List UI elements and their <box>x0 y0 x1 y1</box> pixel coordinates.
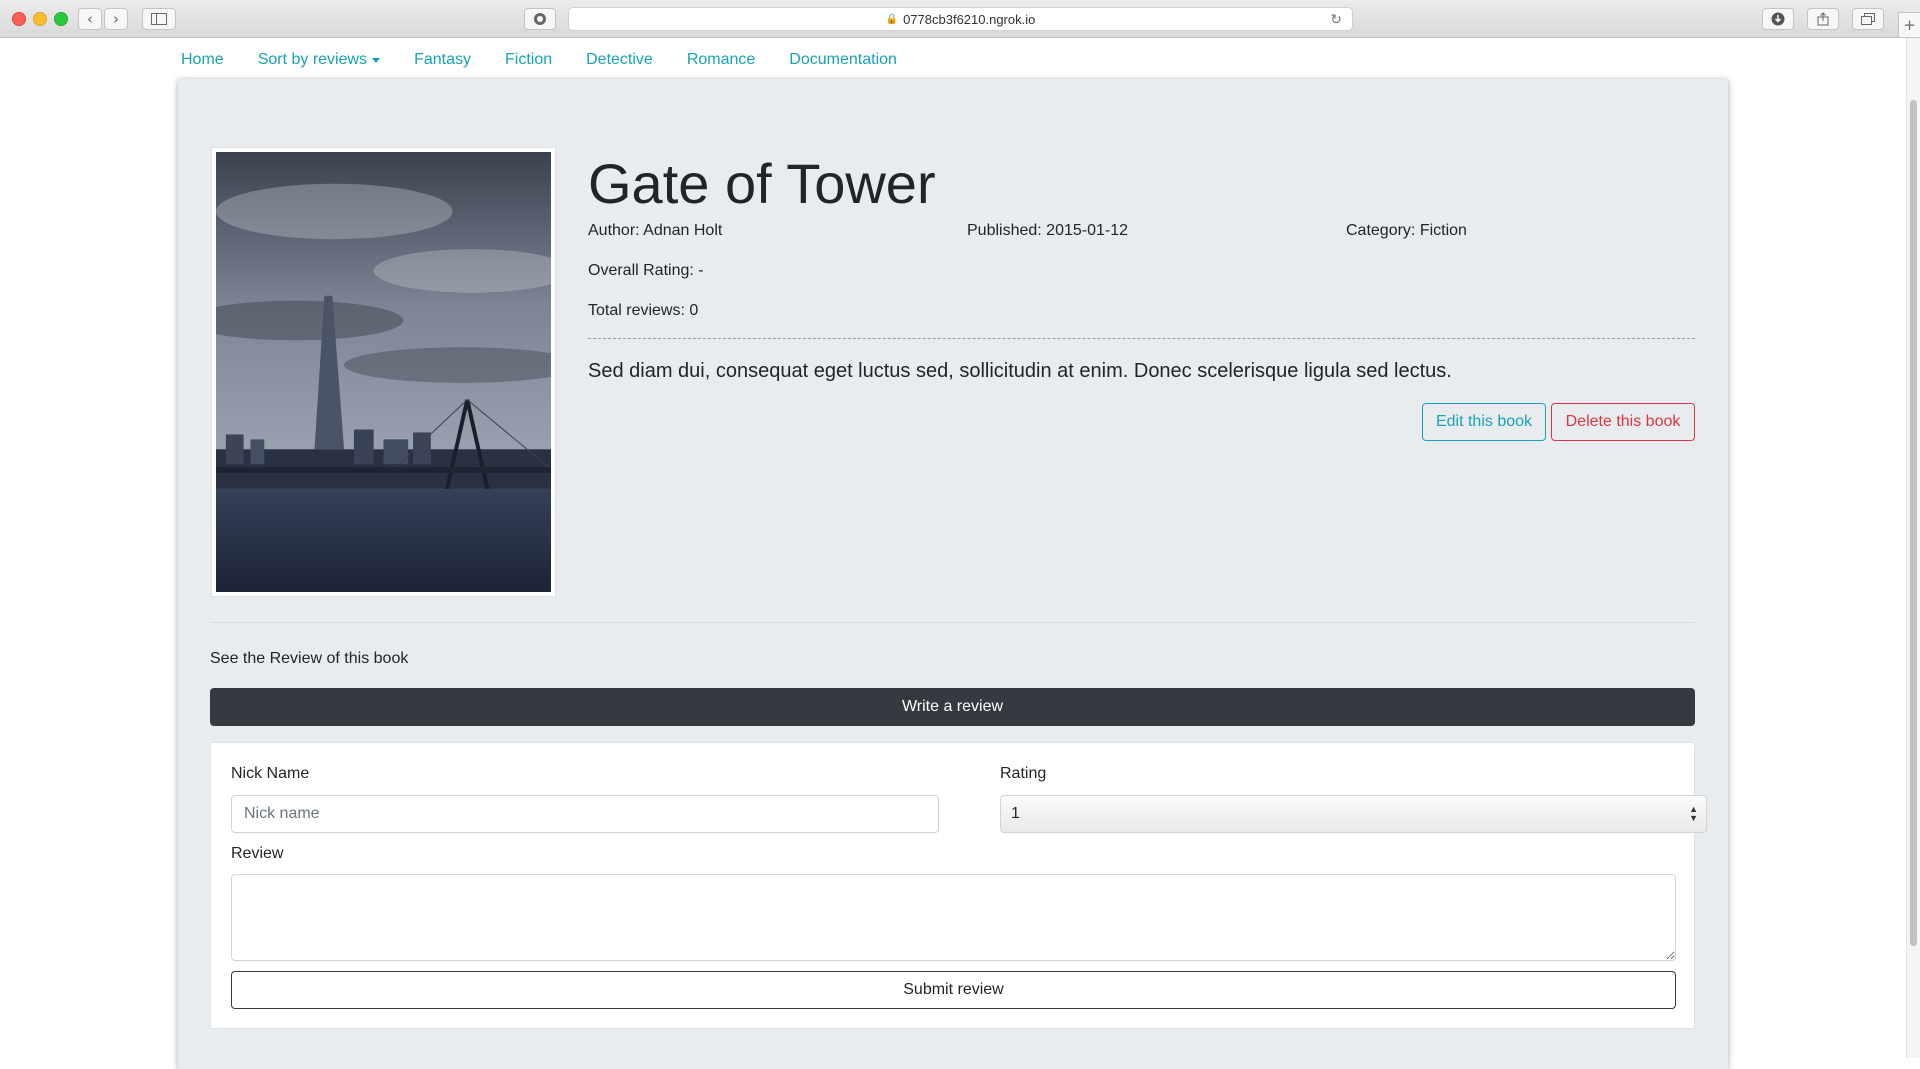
nick-name-input[interactable] <box>231 795 939 833</box>
nav-sort-dropdown[interactable]: Sort by reviews <box>257 51 381 69</box>
share-button[interactable] <box>1807 8 1839 30</box>
share-icon <box>1817 12 1829 26</box>
book-overall-rating: Overall Rating: - <box>588 262 704 279</box>
book-title: Gate of Tower <box>588 152 936 215</box>
plus-icon: + <box>1903 16 1916 34</box>
book-description: Sed diam dui, consequat eget luctus sed,… <box>588 360 1452 382</box>
submit-review-button[interactable]: Submit review <box>231 971 1676 1009</box>
zoom-window-button[interactable] <box>54 12 68 26</box>
see-review-link[interactable]: See the Review of this book <box>210 650 408 668</box>
nick-name-label: Nick Name <box>231 765 310 782</box>
reload-icon[interactable]: ↻ <box>1330 11 1342 28</box>
delete-book-button[interactable]: Delete this book <box>1551 403 1695 441</box>
dashed-divider <box>588 338 1695 339</box>
book-cover-image <box>211 147 556 597</box>
chevron-right-icon: › <box>113 10 119 28</box>
chevron-left-icon: ‹ <box>87 10 93 28</box>
rating-selected-value: 1 <box>1011 805 1020 822</box>
url-text: 0778cb3f6210.ngrok.io <box>903 11 1036 27</box>
section-divider <box>210 622 1695 623</box>
nav-detective[interactable]: Detective <box>586 51 653 69</box>
nav-fiction[interactable]: Fiction <box>505 51 552 69</box>
nav-documentation[interactable]: Documentation <box>789 51 897 69</box>
downloads-button[interactable] <box>1762 8 1794 30</box>
review-textarea[interactable] <box>231 874 1676 961</box>
rating-label: Rating <box>1000 765 1047 782</box>
extension-icon <box>534 13 546 25</box>
book-author: Author: Adnan Holt <box>588 222 723 239</box>
browser-toolbar: ‹ › 🔒 0778cb3f6210.ngrok.io ↻ + <box>0 0 1920 38</box>
new-tab-button[interactable]: + <box>1898 12 1920 38</box>
extension-button[interactable] <box>524 8 556 30</box>
scrollbar-thumb[interactable] <box>1910 100 1917 946</box>
download-icon <box>1771 12 1785 26</box>
edit-book-button[interactable]: Edit this book <box>1422 403 1546 441</box>
cover-photo <box>216 152 551 592</box>
nav-romance[interactable]: Romance <box>687 51 755 69</box>
top-nav: Home Sort by reviews Fantasy Fiction Det… <box>181 48 931 72</box>
nav-fantasy[interactable]: Fantasy <box>414 51 471 69</box>
nav-sort-label: Sort by reviews <box>257 51 368 68</box>
caret-down-icon <box>372 57 381 63</box>
forward-button[interactable]: › <box>104 8 128 30</box>
review-form: Nick Name Rating 1 ▲▼ Review Submit revi… <box>210 742 1707 1029</box>
tabs-overview-button[interactable] <box>1852 8 1884 30</box>
address-bar[interactable]: 🔒 0778cb3f6210.ngrok.io ↻ <box>568 7 1353 31</box>
sidebar-icon <box>151 13 167 25</box>
tabs-icon <box>1861 13 1875 25</box>
nav-home[interactable]: Home <box>181 51 224 69</box>
book-total-reviews: Total reviews: 0 <box>588 302 699 319</box>
rating-select[interactable]: 1 ▲ ▼ <box>1000 795 1707 833</box>
book-category: Category: Fiction <box>1346 222 1467 239</box>
write-review-header[interactable]: Write a review <box>210 688 1695 726</box>
sidebar-toggle-button[interactable] <box>142 8 176 30</box>
lock-icon: 🔒 <box>885 13 899 25</box>
book-published: Published: 2015-01-12 <box>967 222 1129 239</box>
select-arrows-icon: ▲ ▼ <box>1689 804 1698 823</box>
page-scrollbar[interactable] <box>1906 38 1920 1058</box>
book-detail-panel: Gate of Tower Author: Adnan Holt Publish… <box>178 79 1728 1069</box>
minimize-window-button[interactable] <box>33 12 47 26</box>
back-button[interactable]: ‹ <box>78 8 102 30</box>
review-label: Review <box>231 845 284 862</box>
close-window-button[interactable] <box>12 12 26 26</box>
